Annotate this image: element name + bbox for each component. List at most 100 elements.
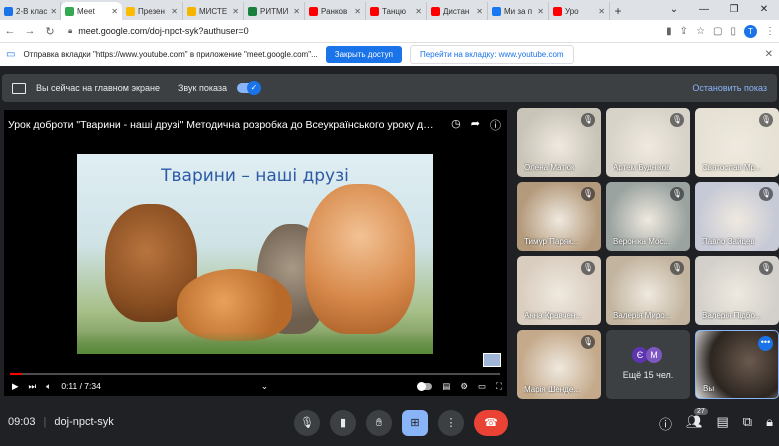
browser-tab[interactable]: Уро ✕ — [549, 2, 610, 20]
participant-tile[interactable]: 🎙︎ Валерія Миро... — [606, 256, 690, 325]
meeting-details-icon[interactable]: ⓘ — [659, 414, 672, 433]
switch-tab-button[interactable]: Перейти на вкладку: www.youtube.com — [409, 45, 574, 64]
url-text[interactable]: meet.google.com/doj-npct-syk?authuser=0 — [78, 26, 248, 36]
restore-window-icon[interactable]: ❐ — [719, 0, 749, 20]
present-now-button[interactable]: ⊞ — [402, 410, 428, 436]
participant-tile[interactable]: 🎙︎ Марія Шенде... — [517, 330, 601, 399]
leave-call-button[interactable]: ☎︎ — [474, 410, 508, 436]
browser-tab[interactable]: Ми за п ✕ — [488, 2, 549, 20]
browser-tab[interactable]: РИТМИ ✕ — [244, 2, 305, 20]
channel-watermark[interactable] — [483, 353, 501, 367]
browser-tab[interactable]: Танцю ✕ — [366, 2, 427, 20]
raise-hand-button[interactable]: ✋︎ — [366, 410, 392, 436]
participant-tile[interactable]: 🎙︎ Валерія Підбо... — [695, 256, 779, 325]
next-icon[interactable]: ⏭ — [29, 381, 37, 392]
stop-sharing-button[interactable]: Закрыть доступ — [325, 46, 402, 63]
camera-toggle-button[interactable]: ▮ — [330, 410, 356, 436]
profile-avatar[interactable]: T — [744, 24, 757, 38]
browser-tab[interactable]: Ранков ✕ — [305, 2, 366, 20]
back-arrow-icon[interactable]: ← — [4, 25, 16, 37]
browser-tab[interactable]: Meet ✕ — [61, 2, 122, 20]
participant-tile[interactable]: 🎙︎ Тимур Паряк... — [517, 182, 601, 251]
more-participants-tile[interactable]: Є М Ещё 15 чел. — [606, 330, 690, 399]
tab-close-icon[interactable]: ✕ — [415, 7, 422, 16]
extensions-icon[interactable]: ▢ — [713, 26, 722, 37]
chapter-chevron-icon[interactable]: ⌄ — [261, 381, 268, 392]
grass — [77, 332, 433, 354]
self-tile[interactable]: ••• Вы — [695, 330, 779, 399]
participant-name: Валерія Підбо... — [702, 311, 762, 320]
tile-options-icon[interactable]: ••• — [758, 336, 773, 351]
participant-tile[interactable]: 🎙︎ Павло Зайцев — [695, 182, 779, 251]
participant-name: Павло Зайцев — [702, 237, 755, 246]
participant-tile[interactable]: 🎙︎ Вероніка Мос... — [606, 182, 690, 251]
browser-tab[interactable]: Дистан ✕ — [427, 2, 488, 20]
autoplay-toggle[interactable] — [417, 381, 433, 391]
video-title[interactable]: Урок доброти "Тварини - наші друзі" Мето… — [8, 119, 438, 131]
tab-close-icon[interactable]: ✕ — [50, 7, 57, 16]
tab-close-icon[interactable]: ✕ — [537, 7, 544, 16]
tab-share-infobar: ▭ Отправка вкладки "https://www.youtube.… — [0, 42, 779, 66]
frame-title: Тварини – наші друзі — [161, 166, 349, 186]
more-options-button[interactable]: ⋮ — [438, 410, 464, 436]
tab-label: Танцю — [382, 6, 406, 16]
tab-close-icon[interactable]: ✕ — [293, 7, 300, 16]
participant-tile[interactable]: 🎙︎ Анна Кравчен... — [517, 256, 601, 325]
tab-label: Дистан — [443, 6, 470, 16]
side-panel-icon[interactable]: ▯ — [730, 26, 736, 37]
self-name: Вы — [703, 384, 715, 393]
share-icon[interactable]: ⇪ — [680, 26, 688, 37]
people-count-badge: 27 — [693, 408, 708, 415]
info-icon[interactable]: ⓘ — [490, 117, 501, 133]
tab-close-icon[interactable]: ✕ — [476, 7, 483, 16]
forward-arrow-icon[interactable]: → — [24, 25, 36, 37]
participant-name: Тимур Паряк... — [524, 237, 579, 246]
menu-kebab-icon[interactable]: ⋮ — [765, 26, 775, 37]
browser-tab[interactable]: Презен ✕ — [122, 2, 183, 20]
browser-tab[interactable]: 2-В клас ✕ — [0, 2, 61, 20]
omnibox[interactable]: 🔒︎ meet.google.com/doj-npct-syk?authuser… — [64, 23, 658, 39]
muted-mic-icon: 🎙︎ — [759, 113, 773, 127]
participant-tile[interactable]: 🎙︎ Олена Матюк — [517, 108, 601, 177]
host-controls-icon[interactable]: 🔒︎ — [766, 414, 773, 433]
lock-icon: 🔒︎ — [68, 26, 73, 35]
chat-icon[interactable]: ▤ — [716, 414, 728, 433]
minimize-window-icon[interactable]: — — [689, 0, 719, 20]
activities-icon[interactable]: ⧉ — [743, 414, 752, 433]
bookmark-star-icon[interactable]: ☆ — [696, 26, 705, 37]
tab-close-icon[interactable]: ✕ — [354, 7, 361, 16]
share-arrow-icon[interactable]: ➦ — [471, 117, 480, 133]
new-tab-button[interactable]: + — [610, 2, 626, 20]
play-icon[interactable]: ▶ — [12, 381, 19, 392]
tab-close-icon[interactable]: ✕ — [232, 7, 239, 16]
sound-toggle[interactable] — [237, 81, 261, 95]
people-icon[interactable]: 👥︎ 27 — [686, 408, 708, 433]
tab-close-icon[interactable]: ✕ — [598, 7, 605, 16]
volume-icon[interactable]: 🔈︎ — [46, 381, 51, 392]
settings-gear-icon[interactable]: ⚙ — [460, 381, 468, 392]
minimize-icon[interactable]: ⌄ — [659, 0, 689, 20]
tab-close-icon[interactable]: ✕ — [111, 7, 118, 16]
cast-screen-icon[interactable]: ▭ — [478, 381, 486, 392]
participant-name: Валерія Миро... — [613, 311, 672, 320]
close-window-icon[interactable]: ✕ — [749, 0, 779, 20]
cast-icon: ▭ — [6, 49, 16, 60]
mic-toggle-button[interactable]: 🎙︎ — [294, 410, 320, 436]
fullscreen-icon[interactable]: ⛶ — [496, 381, 502, 392]
stop-presenting-button[interactable]: Остановить показ — [692, 83, 767, 93]
tab-favicon-icon — [309, 6, 318, 16]
address-bar-row: ← → ↻ 🔒︎ meet.google.com/doj-npct-syk?au… — [0, 20, 779, 42]
subtitles-icon[interactable]: ▤ — [442, 381, 450, 392]
progress-bar[interactable] — [10, 373, 500, 375]
browser-tab[interactable]: МИСТЕ ✕ — [183, 2, 244, 20]
tab-label: Презен — [138, 6, 165, 16]
infobar-close-icon[interactable]: ✕ — [765, 49, 773, 60]
youtube-video-player[interactable]: Урок доброти "Тварини - наші друзі" Мето… — [4, 110, 507, 396]
reload-icon[interactable]: ↻ — [44, 25, 56, 38]
tab-label: 2-В клас — [16, 6, 48, 16]
participant-tile[interactable]: 🎙︎ Артем Будніков — [606, 108, 690, 177]
tab-close-icon[interactable]: ✕ — [171, 7, 178, 16]
participant-tile[interactable]: 🎙︎ Святослав Мр... — [695, 108, 779, 177]
camera-indicator-icon[interactable]: ▮ — [666, 26, 672, 37]
watch-later-icon[interactable]: ◷ — [451, 117, 461, 133]
